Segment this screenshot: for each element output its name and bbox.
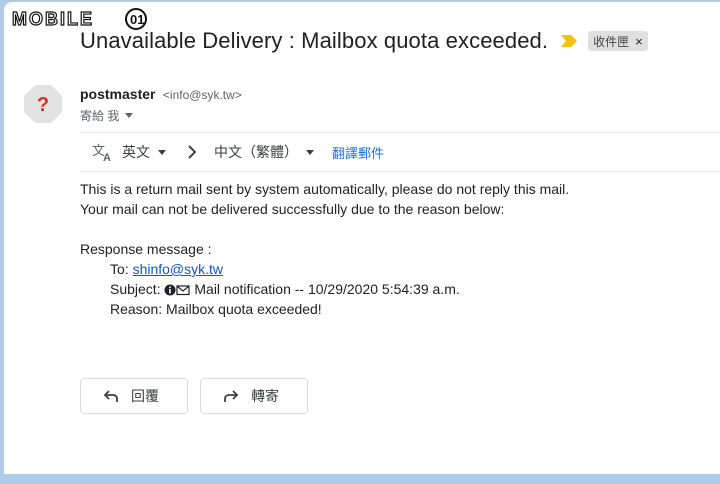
inbox-label-chip: 收件匣 × xyxy=(588,31,648,51)
sender-email: <info@syk.tw> xyxy=(162,88,242,102)
svg-text:01: 01 xyxy=(130,12,144,27)
info-icon xyxy=(164,284,176,296)
translate-bar: 文 A 英文 中文（繁體） 翻譯郵件 xyxy=(80,132,720,172)
response-label: Response message : xyxy=(80,241,212,257)
source-language-label: 英文 xyxy=(122,144,150,160)
source-language-chevron-down-icon xyxy=(158,149,166,155)
reply-button[interactable]: 回覆 xyxy=(80,378,188,414)
response-reason-line: Reason: Mailbox quota exceeded! xyxy=(110,301,322,317)
reply-label: 回覆 xyxy=(131,388,159,404)
subject-value: Mail notification -- 10/29/2020 5:54:39 … xyxy=(194,281,460,297)
body-line-2: Your mail can not be delivered successfu… xyxy=(80,201,505,217)
email-body: This is a return mail sent by system aut… xyxy=(80,179,569,319)
target-language-chevron-down-icon xyxy=(306,149,314,155)
forward-button[interactable]: 轉寄 xyxy=(200,378,308,414)
target-language-label: 中文（繁體） xyxy=(214,144,298,160)
subject-row: Unavailable Delivery : Mailbox quota exc… xyxy=(80,28,648,54)
body-line-1: This is a return mail sent by system aut… xyxy=(80,181,570,197)
email-subject: Unavailable Delivery : Mailbox quota exc… xyxy=(80,28,549,53)
watermark-text: MOBILE xyxy=(12,9,94,29)
recipient-email-link[interactable]: shinfo@syk.tw xyxy=(133,261,223,277)
svg-text:A: A xyxy=(103,152,111,162)
subject-label: Subject: xyxy=(110,281,165,297)
reply-arrow-icon xyxy=(103,390,118,402)
recipient-text: 寄給 我 xyxy=(80,109,120,123)
envelope-icon xyxy=(176,285,191,296)
translate-message-link[interactable]: 翻譯郵件 xyxy=(332,143,384,162)
email-view: MOBILE 01 Unavailable Delivery : Mailbox… xyxy=(4,2,720,474)
source-language-dropdown[interactable]: 英文 xyxy=(122,142,166,162)
important-marker-icon[interactable] xyxy=(560,34,578,48)
forward-arrow-icon xyxy=(224,390,239,402)
response-subject-line: Subject: Mail notification -- 10/29/2020… xyxy=(80,279,569,299)
sender-info: postmaster <info@syk.tw> xyxy=(80,86,242,104)
response-to-line: To: shinfo@syk.tw xyxy=(80,259,569,279)
sender-name: postmaster xyxy=(80,86,156,102)
inbox-label-text: 收件匣 xyxy=(593,34,630,49)
avatar-symbol: ? xyxy=(37,94,49,116)
recipient-details-chevron-icon[interactable] xyxy=(125,113,134,118)
translate-icon: 文 A xyxy=(92,144,111,162)
chevron-right-icon xyxy=(188,145,197,159)
sender-avatar: ? xyxy=(24,85,62,123)
forward-label: 轉寄 xyxy=(251,388,279,404)
target-language-dropdown[interactable]: 中文（繁體） xyxy=(214,142,314,162)
recipient-line: 寄給 我 xyxy=(80,107,134,124)
remove-label-button[interactable]: × xyxy=(635,34,643,49)
to-label: To: xyxy=(110,261,133,277)
